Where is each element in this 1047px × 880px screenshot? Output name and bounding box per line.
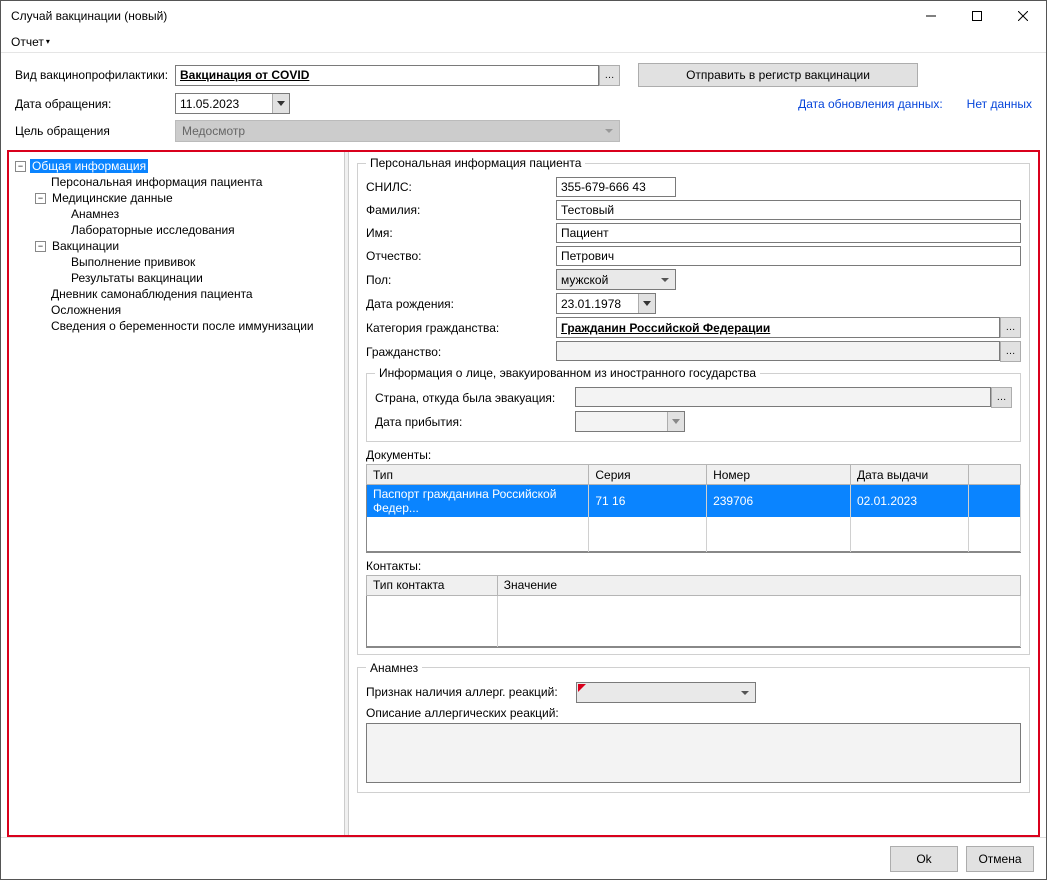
vaccine-type-browse-button[interactable]: …	[599, 65, 620, 86]
titlebar: Случай вакцинации (новый)	[1, 1, 1046, 31]
contacts-table-wrap: Тип контакта Значение	[366, 575, 1021, 648]
evac-country-field[interactable]	[575, 387, 991, 407]
maximize-button[interactable]	[954, 1, 1000, 31]
dialog-footer: Ok Отмена	[1, 837, 1046, 879]
sex-select[interactable]: мужской	[556, 269, 676, 290]
update-value-link[interactable]: Нет данных	[967, 97, 1032, 111]
docs-col-type[interactable]: Тип	[367, 465, 589, 485]
tree-vaccination-results[interactable]: Результаты вакцинации	[69, 271, 205, 285]
visit-purpose-label: Цель обращения	[15, 124, 175, 138]
documents-table-wrap: Тип Серия Номер Дата выдачи Паспорт граж…	[366, 464, 1021, 553]
main-content-highlight: −Общая информация Персональная информаци…	[7, 150, 1040, 837]
docs-col-series[interactable]: Серия	[589, 465, 707, 485]
visit-purpose-field: Медосмотр	[175, 120, 620, 142]
table-row[interactable]	[367, 612, 1021, 629]
tree-pregnancy-after[interactable]: Сведения о беременности после иммунизаци…	[49, 319, 316, 333]
tree-medical-data[interactable]: Медицинские данные	[50, 191, 175, 205]
anamnesis-group: Анамнез Признак наличия аллерг. реакций:…	[357, 661, 1030, 793]
tree-lab-tests[interactable]: Лабораторные исследования	[69, 223, 237, 237]
evacuation-legend: Информация о лице, эвакуированном из ино…	[375, 366, 760, 380]
dob-field[interactable]: 23.01.1978	[556, 293, 656, 314]
firstname-input[interactable]	[556, 223, 1021, 243]
evac-arrival-field[interactable]	[575, 411, 685, 432]
tree-complications[interactable]: Осложнения	[49, 303, 123, 317]
evac-country-label: Страна, откуда была эвакуация:	[375, 391, 575, 405]
lastname-label: Фамилия:	[366, 203, 556, 217]
menubar: Отчет ▾	[1, 31, 1046, 53]
vaccine-type-field[interactable]: Вакцинация от COVID	[175, 65, 599, 86]
patronymic-label: Отчество:	[366, 249, 556, 263]
tree-collapse-icon[interactable]: −	[35, 193, 46, 204]
top-form: Вид вакцинопрофилактики: Вакцинация от C…	[1, 53, 1046, 148]
tree-collapse-icon[interactable]: −	[35, 241, 46, 252]
citizenship-category-field[interactable]: Гражданин Российской Федерации	[556, 317, 1000, 338]
anamnesis-legend: Анамнез	[366, 661, 422, 675]
contacts-col-value[interactable]: Значение	[497, 575, 1020, 595]
window-controls	[908, 1, 1046, 31]
lastname-input[interactable]	[556, 200, 1021, 220]
nav-tree[interactable]: −Общая информация Персональная информаци…	[9, 152, 344, 835]
tree-vaccinations[interactable]: Вакцинации	[50, 239, 121, 253]
patronymic-input[interactable]	[556, 246, 1021, 266]
firstname-label: Имя:	[366, 226, 556, 240]
table-row[interactable]	[367, 517, 1021, 534]
evac-arrival-label: Дата прибытия:	[375, 415, 575, 429]
tree-personal-info[interactable]: Персональная информация пациента	[49, 175, 264, 189]
tree-collapse-icon[interactable]: −	[15, 161, 26, 172]
personal-info-group: Персональная информация пациента СНИЛС: …	[357, 156, 1030, 655]
tree-anamnesis[interactable]: Анамнез	[69, 207, 121, 221]
visit-date-label: Дата обращения:	[15, 97, 175, 111]
update-date-link[interactable]: Дата обновления данных:	[798, 97, 943, 111]
snils-input[interactable]	[556, 177, 676, 197]
allergy-desc-label: Описание аллергических реакций:	[366, 706, 576, 720]
cancel-button[interactable]: Отмена	[966, 846, 1034, 872]
evacuation-group: Информация о лице, эвакуированном из ино…	[366, 366, 1021, 442]
table-row[interactable]	[367, 595, 1021, 612]
citizenship-field[interactable]	[556, 341, 1000, 361]
menu-report[interactable]: Отчет ▾	[7, 33, 54, 51]
visit-date-field[interactable]: 11.05.2023	[175, 93, 290, 114]
menu-report-label: Отчет	[11, 35, 44, 49]
allergy-desc-textarea[interactable]	[366, 723, 1021, 783]
docs-col-date[interactable]: Дата выдачи	[850, 465, 968, 485]
vaccination-case-window: Случай вакцинации (новый) Отчет ▾ Вид ва…	[0, 0, 1047, 880]
evac-arrival-dropdown-button[interactable]	[667, 412, 684, 431]
citizenship-browse-button[interactable]: …	[1000, 341, 1021, 362]
close-button[interactable]	[1000, 1, 1046, 31]
documents-table[interactable]: Тип Серия Номер Дата выдачи Паспорт граж…	[366, 464, 1021, 552]
contacts-col-type[interactable]: Тип контакта	[367, 575, 498, 595]
snils-label: СНИЛС:	[366, 180, 556, 194]
tree-general-info[interactable]: Общая информация	[30, 159, 148, 173]
detail-pane: Персональная информация пациента СНИЛС: …	[349, 152, 1038, 835]
documents-label: Документы:	[366, 448, 1021, 462]
contacts-table[interactable]: Тип контакта Значение	[366, 575, 1021, 647]
sex-label: Пол:	[366, 273, 556, 287]
personal-info-legend: Персональная информация пациента	[366, 156, 585, 170]
docs-col-spare	[968, 465, 1020, 485]
allergy-flag-select[interactable]	[576, 682, 756, 703]
allergy-flag-label: Признак наличия аллерг. реакций:	[366, 685, 576, 699]
vaccine-type-label: Вид вакцинопрофилактики:	[15, 68, 175, 82]
tree-self-observation[interactable]: Дневник самонаблюдения пациента	[49, 287, 255, 301]
table-row[interactable]	[367, 629, 1021, 646]
citizenship-label: Гражданство:	[366, 345, 556, 359]
dob-dropdown-button[interactable]	[638, 294, 655, 313]
table-row[interactable]: Паспорт гражданина Российской Федер... 7…	[367, 485, 1021, 518]
ok-button[interactable]: Ok	[890, 846, 958, 872]
tree-vaccination-exec[interactable]: Выполнение прививок	[69, 255, 197, 269]
citizenship-category-label: Категория гражданства:	[366, 321, 556, 335]
send-to-registry-button[interactable]: Отправить в регистр вакцинации	[638, 63, 918, 87]
window-title: Случай вакцинации (новый)	[11, 9, 908, 23]
visit-date-dropdown-button[interactable]	[272, 94, 289, 113]
evac-country-browse-button[interactable]: …	[991, 387, 1012, 408]
docs-col-number[interactable]: Номер	[707, 465, 851, 485]
table-row[interactable]	[367, 534, 1021, 551]
citizenship-category-browse-button[interactable]: …	[1000, 317, 1021, 338]
minimize-button[interactable]	[908, 1, 954, 31]
chevron-down-icon: ▾	[46, 37, 50, 46]
dob-label: Дата рождения:	[366, 297, 556, 311]
contacts-label: Контакты:	[366, 559, 1021, 573]
